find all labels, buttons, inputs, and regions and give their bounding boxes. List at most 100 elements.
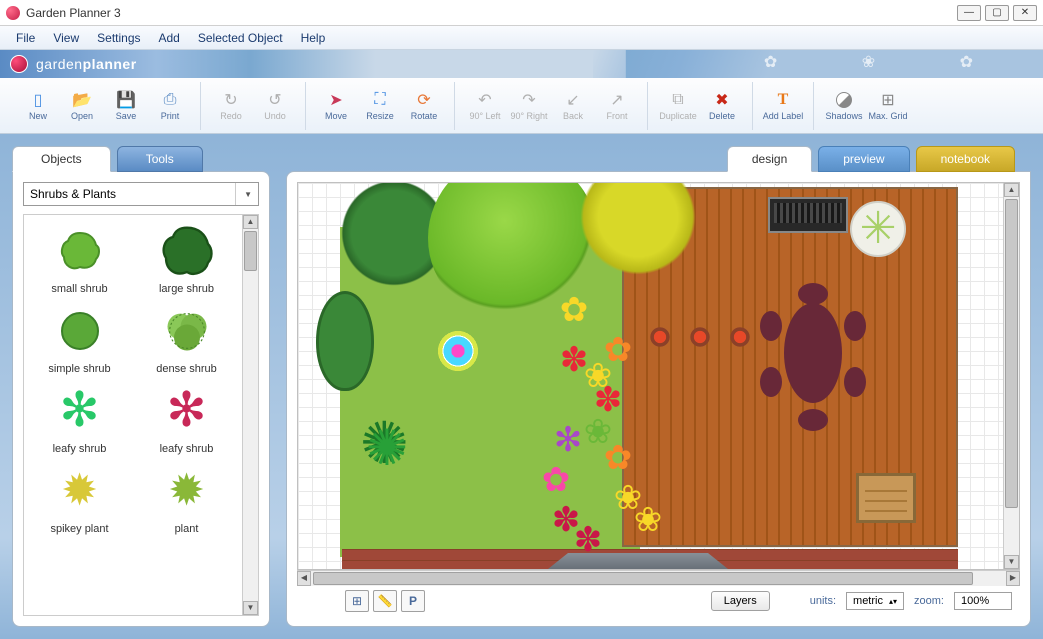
panel-tabs: Objects Tools [12, 146, 270, 172]
palette-label: plant [175, 523, 199, 535]
palette-item-small-shrub[interactable]: small shrub [28, 223, 131, 295]
resize-button[interactable]: ⛶Resize [358, 84, 402, 128]
planter-object[interactable] [646, 323, 674, 351]
large-shrub-icon [159, 223, 215, 279]
canvas-v-scrollbar[interactable]: ▲ ▼ [1003, 183, 1019, 569]
flower-object[interactable]: ❀ [578, 415, 618, 455]
canvas-h-scrollbar[interactable]: ◀ ▶ [297, 570, 1020, 586]
fountain-object[interactable] [408, 311, 508, 391]
flower-object[interactable]: ✿ [554, 293, 594, 333]
simple-shrub-icon [52, 303, 108, 359]
layers-button[interactable]: Layers [711, 591, 770, 611]
send-back-button[interactable]: ↙Back [551, 84, 595, 128]
shadows-button[interactable]: Shadows [822, 84, 866, 128]
scroll-thumb[interactable] [244, 231, 257, 271]
palette-container: small shrub large shrub simple shrub den… [23, 214, 259, 616]
open-button[interactable]: 📂Open [60, 84, 104, 128]
table-object[interactable] [784, 303, 842, 403]
save-button[interactable]: 💾Save [104, 84, 148, 128]
redo-icon: ↻ [221, 91, 241, 109]
scroll-up-icon[interactable]: ▲ [1004, 183, 1019, 197]
minimize-button[interactable]: — [957, 5, 981, 21]
palette-label: leafy shrub [160, 443, 214, 455]
tab-notebook[interactable]: notebook [916, 146, 1015, 172]
fern-object[interactable] [356, 419, 426, 479]
menu-help[interactable]: Help [293, 28, 334, 48]
palette-item-leafy-shrub-green[interactable]: ✻ leafy shrub [28, 383, 131, 455]
new-button[interactable]: ▯New [16, 84, 60, 128]
bring-front-button[interactable]: ↗Front [595, 84, 639, 128]
zoom-select[interactable]: 100% [954, 592, 1012, 610]
chair-object[interactable] [760, 311, 782, 341]
menu-selected-object[interactable]: Selected Object [190, 28, 291, 48]
chair-object[interactable] [760, 367, 782, 397]
flower-object[interactable]: ❀ [628, 503, 668, 543]
chair-object[interactable] [798, 283, 828, 305]
scroll-thumb[interactable] [1005, 199, 1018, 508]
grid-toggle-button[interactable]: ⊞ [345, 590, 369, 612]
bbq-object[interactable] [768, 197, 848, 233]
flower-object[interactable]: ✽ [568, 523, 608, 563]
scroll-down-icon[interactable]: ▼ [1004, 555, 1019, 569]
properties-button[interactable]: P [401, 590, 425, 612]
add-label-button[interactable]: TAdd Label [761, 84, 805, 128]
succulent-pot-object[interactable] [850, 201, 906, 257]
delete-button[interactable]: ✖Delete [700, 84, 744, 128]
palette-item-spikey-plant[interactable]: ✹ spikey plant [28, 463, 131, 535]
maximize-button[interactable]: ▢ [985, 5, 1009, 21]
scroll-down-icon[interactable]: ▼ [243, 601, 258, 615]
hedge-object[interactable] [316, 291, 374, 391]
scroll-right-icon[interactable]: ▶ [1006, 571, 1020, 586]
chair-object[interactable] [844, 367, 866, 397]
palette-scrollbar[interactable]: ▲ ▼ [242, 215, 258, 615]
palette-item-plant[interactable]: ✹ plant [135, 463, 238, 535]
undo-button[interactable]: ↺Undo [253, 84, 297, 128]
menu-add[interactable]: Add [151, 28, 188, 48]
scroll-up-icon[interactable]: ▲ [243, 215, 258, 229]
canvas-wrapper: ✿ ✽ ❀ ✿ ✽ ✻ ✿ ✽ ✽ ❀ ❀ ✿ ❀ [297, 182, 1020, 570]
maxgrid-button[interactable]: ⊞Max. Grid [866, 84, 910, 128]
tab-objects[interactable]: Objects [12, 146, 111, 172]
tree-yellow-object[interactable] [568, 182, 708, 287]
tab-design[interactable]: design [727, 146, 812, 172]
rotate-left-icon: ↶ [475, 91, 495, 109]
tab-tools[interactable]: Tools [117, 146, 203, 172]
category-value: Shrubs & Plants [30, 187, 116, 201]
menu-settings[interactable]: Settings [89, 28, 148, 48]
flower-object[interactable]: ✿ [598, 333, 638, 373]
left-panel: Objects Tools Shrubs & Plants small shru… [12, 146, 270, 627]
palette-item-leafy-shrub-red[interactable]: ✻ leafy shrub [135, 383, 238, 455]
duplicate-button[interactable]: ⧉Duplicate [656, 84, 700, 128]
scroll-thumb[interactable] [313, 572, 973, 585]
chair-object[interactable] [798, 409, 828, 431]
menu-view[interactable]: View [45, 28, 87, 48]
move-button[interactable]: ➤Move [314, 84, 358, 128]
resize-icon: ⛶ [370, 91, 390, 109]
close-button[interactable]: ✕ [1013, 5, 1037, 21]
flower-object[interactable]: ✿ [536, 463, 576, 503]
redo-button[interactable]: ↻Redo [209, 84, 253, 128]
view-tabs: design preview notebook [727, 146, 1015, 172]
bench-object[interactable] [856, 473, 916, 523]
palette-item-dense-shrub[interactable]: dense shrub [135, 303, 238, 375]
menu-file[interactable]: File [8, 28, 43, 48]
units-select[interactable]: metric▴▾ [846, 592, 904, 610]
palette-item-large-shrub[interactable]: large shrub [135, 223, 238, 295]
shadows-icon [834, 91, 854, 109]
tab-preview[interactable]: preview [818, 146, 909, 172]
palette-item-simple-shrub[interactable]: simple shrub [28, 303, 131, 375]
design-canvas[interactable]: ✿ ✽ ❀ ✿ ✽ ✻ ✿ ✽ ✽ ❀ ❀ ✿ ❀ [298, 183, 1003, 569]
small-shrub-icon [52, 223, 108, 279]
planter-object[interactable] [686, 323, 714, 351]
rotate-button[interactable]: ⟳Rotate [402, 84, 446, 128]
scroll-left-icon[interactable]: ◀ [297, 571, 311, 586]
rotate-right-button[interactable]: ↷90° Right [507, 84, 551, 128]
text-icon: T [773, 91, 793, 109]
chair-object[interactable] [844, 311, 866, 341]
print-button[interactable]: ⎙Print [148, 84, 192, 128]
rotate-left-button[interactable]: ↶90° Left [463, 84, 507, 128]
ruler-toggle-button[interactable]: 📏 [373, 590, 397, 612]
category-dropdown[interactable]: Shrubs & Plants [23, 182, 259, 206]
planter-object[interactable] [726, 323, 754, 351]
canvas-panel: design preview notebook ✿ [286, 146, 1031, 627]
